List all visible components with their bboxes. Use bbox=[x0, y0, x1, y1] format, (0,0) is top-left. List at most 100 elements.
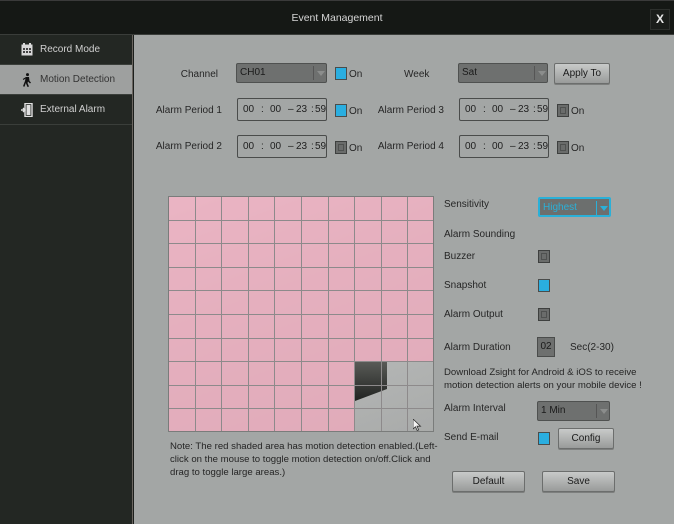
motion-grid-cell[interactable] bbox=[355, 267, 382, 292]
close-button[interactable]: X bbox=[650, 9, 670, 30]
motion-grid-cell[interactable] bbox=[169, 197, 196, 221]
alarm-period-2-checkbox[interactable] bbox=[335, 141, 347, 154]
motion-grid-cell[interactable] bbox=[195, 291, 223, 315]
email-config-button[interactable]: Config bbox=[558, 428, 614, 449]
motion-grid-cell[interactable] bbox=[195, 385, 223, 410]
motion-grid-cell[interactable] bbox=[355, 362, 382, 386]
motion-grid-cell[interactable] bbox=[408, 220, 433, 245]
motion-grid-cell[interactable] bbox=[408, 244, 433, 268]
motion-grid-cell[interactable] bbox=[408, 291, 433, 315]
motion-grid-cell[interactable] bbox=[328, 244, 356, 268]
motion-grid-cell[interactable] bbox=[302, 197, 329, 221]
motion-grid-cell[interactable] bbox=[248, 197, 276, 221]
channel-enable-checkbox[interactable] bbox=[335, 67, 347, 80]
motion-grid-cell[interactable] bbox=[302, 291, 329, 315]
motion-grid-cell[interactable] bbox=[381, 220, 409, 245]
alarm-duration-input[interactable]: 02 bbox=[537, 337, 555, 357]
week-select[interactable]: Sat bbox=[458, 63, 548, 83]
motion-grid-cell[interactable] bbox=[169, 244, 196, 268]
motion-grid-cell[interactable] bbox=[195, 409, 223, 431]
motion-grid-cell[interactable] bbox=[408, 362, 433, 386]
motion-grid-cell[interactable] bbox=[355, 385, 382, 410]
motion-grid-cell[interactable] bbox=[408, 338, 433, 363]
motion-grid-cell[interactable] bbox=[408, 386, 433, 410]
motion-grid-cell[interactable] bbox=[381, 315, 409, 339]
motion-grid-cell[interactable] bbox=[328, 267, 356, 292]
motion-grid-cell[interactable] bbox=[195, 244, 223, 268]
motion-grid-cell[interactable] bbox=[328, 197, 356, 221]
motion-grid-cell[interactable] bbox=[248, 385, 276, 410]
motion-grid-cell[interactable] bbox=[302, 409, 329, 431]
motion-grid-cell[interactable] bbox=[195, 362, 223, 386]
motion-grid-cell[interactable] bbox=[355, 197, 382, 221]
motion-grid-cell[interactable] bbox=[195, 220, 223, 245]
motion-grid-cell[interactable] bbox=[248, 409, 276, 431]
sidebar-item-motion-detection[interactable]: Motion Detection bbox=[0, 65, 132, 95]
motion-grid-cell[interactable] bbox=[408, 315, 433, 339]
motion-grid-cell[interactable] bbox=[248, 315, 276, 339]
motion-grid-cell[interactable] bbox=[222, 338, 249, 363]
motion-grid-cell[interactable] bbox=[275, 267, 302, 292]
motion-grid-cell[interactable] bbox=[328, 315, 356, 339]
motion-grid-cell[interactable] bbox=[355, 338, 382, 363]
motion-grid-cell[interactable] bbox=[355, 315, 382, 339]
motion-grid-cell[interactable] bbox=[328, 291, 356, 315]
motion-grid-cell[interactable] bbox=[275, 315, 302, 339]
motion-grid-cell[interactable] bbox=[169, 338, 196, 363]
motion-grid-cell[interactable] bbox=[302, 244, 329, 268]
motion-grid-cell[interactable] bbox=[222, 220, 249, 245]
motion-grid-cell[interactable] bbox=[248, 220, 276, 245]
motion-grid-cell[interactable] bbox=[381, 197, 409, 221]
motion-grid-cell[interactable] bbox=[222, 291, 249, 315]
motion-grid-cell[interactable] bbox=[381, 267, 409, 292]
motion-grid-cell[interactable] bbox=[381, 291, 409, 315]
sensitivity-select[interactable]: Highest bbox=[538, 197, 611, 217]
motion-grid-cell[interactable] bbox=[169, 267, 196, 292]
motion-grid-cell[interactable] bbox=[302, 267, 329, 292]
motion-grid-cell[interactable] bbox=[302, 315, 329, 339]
motion-grid-cell[interactable] bbox=[275, 385, 302, 410]
motion-grid-cell[interactable] bbox=[222, 409, 249, 431]
motion-grid-cell[interactable] bbox=[195, 197, 223, 221]
motion-grid-cell[interactable] bbox=[248, 267, 276, 292]
motion-grid-cell[interactable] bbox=[248, 338, 276, 363]
motion-grid-cell[interactable] bbox=[328, 385, 356, 410]
motion-grid-cell[interactable] bbox=[222, 362, 249, 386]
motion-grid-cell[interactable] bbox=[275, 197, 302, 221]
motion-grid-cell[interactable] bbox=[275, 362, 302, 386]
motion-grid-cell[interactable] bbox=[381, 338, 409, 363]
motion-grid-cell[interactable] bbox=[275, 220, 302, 245]
buzzer-checkbox[interactable] bbox=[538, 250, 550, 263]
send-email-checkbox[interactable] bbox=[538, 432, 550, 445]
motion-grid-cell[interactable] bbox=[169, 362, 196, 386]
motion-detection-grid[interactable] bbox=[168, 196, 434, 432]
motion-grid-cell[interactable] bbox=[222, 385, 249, 410]
alarm-period-3-time[interactable]: 00 : 00 – 23 : 59 bbox=[459, 98, 549, 121]
alarm-output-checkbox[interactable] bbox=[538, 308, 550, 321]
motion-grid-cell[interactable] bbox=[195, 338, 223, 363]
motion-grid-cell[interactable] bbox=[328, 338, 356, 363]
alarm-period-2-time[interactable]: 00 : 00 – 23 : 59 bbox=[237, 135, 327, 158]
motion-grid-cell[interactable] bbox=[169, 315, 196, 339]
motion-grid-cell[interactable] bbox=[222, 267, 249, 292]
motion-grid-cell[interactable] bbox=[222, 197, 249, 221]
motion-grid-cell[interactable] bbox=[328, 220, 356, 245]
motion-grid-cell[interactable] bbox=[381, 362, 409, 386]
motion-grid-cell[interactable] bbox=[381, 385, 409, 410]
sidebar-item-record-mode[interactable]: Record Mode bbox=[0, 35, 132, 65]
sidebar-item-external-alarm[interactable]: External Alarm bbox=[0, 95, 132, 125]
motion-grid-cell[interactable] bbox=[302, 362, 329, 386]
motion-grid-cell[interactable] bbox=[248, 362, 276, 386]
motion-grid-cell[interactable] bbox=[169, 409, 196, 431]
motion-grid-cell[interactable] bbox=[222, 315, 249, 339]
motion-grid-cell[interactable] bbox=[355, 291, 382, 315]
motion-grid-cell[interactable] bbox=[355, 244, 382, 268]
alarm-period-3-checkbox[interactable] bbox=[557, 104, 569, 117]
motion-grid-cell[interactable] bbox=[328, 362, 356, 386]
motion-grid-cell[interactable] bbox=[302, 220, 329, 245]
motion-grid-cell[interactable] bbox=[355, 409, 382, 431]
motion-grid-cell[interactable] bbox=[408, 197, 433, 221]
motion-grid-cell[interactable] bbox=[248, 244, 276, 268]
motion-grid-cell[interactable] bbox=[408, 267, 433, 292]
motion-grid-cell[interactable] bbox=[275, 338, 302, 363]
